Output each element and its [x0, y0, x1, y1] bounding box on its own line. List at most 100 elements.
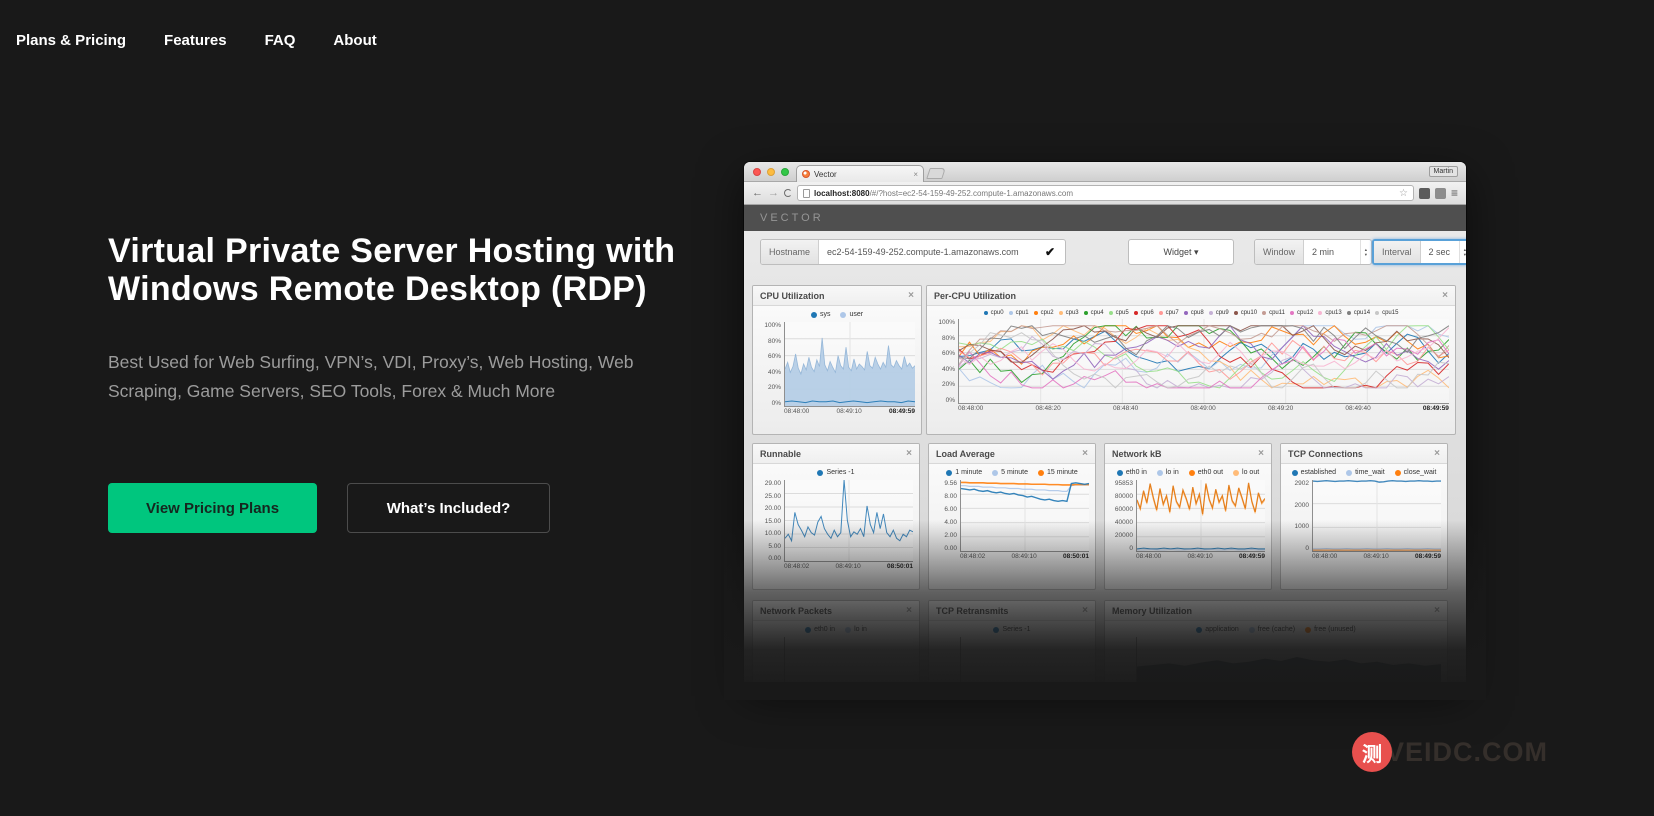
- legend-dot-icon: [1248, 626, 1255, 633]
- legend-dot-icon: [1033, 311, 1038, 315]
- bookmark-star-icon[interactable]: ☆: [1399, 188, 1408, 199]
- legend-item: 5 minute: [992, 469, 1028, 476]
- back-icon[interactable]: ←: [752, 187, 763, 199]
- y-axis: [1109, 637, 1136, 682]
- window-spinner-icon[interactable]: ▴ ▾: [1359, 240, 1371, 264]
- close-icon[interactable]: ×: [908, 290, 914, 301]
- y-tick: 20%: [767, 384, 781, 392]
- y-tick: 40%: [941, 365, 955, 373]
- panel-tcp-connections: TCP Connections × established time_wait clo…: [1280, 443, 1448, 590]
- legend-dot-icon: [946, 469, 953, 476]
- close-icon[interactable]: ×: [1082, 448, 1088, 459]
- y-tick: 0: [1305, 544, 1309, 552]
- legend-dot-icon: [817, 469, 824, 476]
- legend-dot-icon: [983, 311, 988, 315]
- panel-title: CPU Utilization: [760, 290, 825, 301]
- y-tick: 100%: [764, 322, 781, 329]
- hero-section: Virtual Private Server Hosting with Wind…: [108, 232, 683, 406]
- y-tick: 60000: [1114, 506, 1133, 513]
- close-icon[interactable]: ×: [1258, 448, 1264, 459]
- new-tab-button[interactable]: [926, 168, 946, 179]
- close-window-icon[interactable]: [753, 168, 761, 176]
- legend-dot-icon: [1346, 311, 1351, 315]
- x-tick: 08:49:59: [1414, 553, 1441, 560]
- legend-item: application: [1196, 626, 1239, 633]
- y-tick: 9.56: [944, 480, 957, 487]
- close-icon[interactable]: ×: [906, 605, 912, 616]
- legend-item: cpu14: [1346, 310, 1370, 316]
- forward-icon[interactable]: →: [768, 187, 779, 199]
- x-tick: 08:48:20: [1035, 405, 1061, 412]
- legend-dot-icon: [993, 626, 1000, 633]
- y-axis: 29.00 25.00 20.00 15.00 10.00 5.00 0.00: [757, 480, 784, 562]
- y-tick: 0: [1129, 545, 1133, 552]
- interval-spinner-icon[interactable]: ▴ ▾: [1458, 241, 1466, 263]
- y-tick: 20%: [941, 381, 955, 389]
- tab-close-icon[interactable]: ×: [913, 170, 918, 179]
- legend-item: free (unused): [1305, 626, 1356, 633]
- y-tick: 15.00: [764, 517, 781, 525]
- legend-item: cpu15: [1375, 310, 1398, 316]
- close-icon[interactable]: ×: [1434, 605, 1440, 616]
- y-tick: 60%: [941, 350, 955, 358]
- vector-app-title: VECTOR: [760, 212, 824, 224]
- close-icon[interactable]: ×: [906, 448, 912, 459]
- legend-item: Series -1: [993, 626, 1031, 633]
- legend-item: established: [1291, 469, 1336, 476]
- legend-item: cpu9: [1208, 310, 1229, 316]
- legend-item: time_wait: [1346, 469, 1385, 476]
- widget-dropdown[interactable]: Widget ▾: [1128, 239, 1234, 265]
- chart-legend: application free (cache) free (unused): [1105, 621, 1447, 635]
- page: Plans & Pricing Features FAQ About Virtual …: [0, 0, 1654, 816]
- legend-item: lo out: [1233, 469, 1259, 476]
- legend-dot-icon: [1196, 626, 1203, 633]
- chart-plot: [958, 319, 1449, 404]
- legend-dot-icon: [1158, 311, 1163, 315]
- legend-item: 1 minute: [946, 469, 982, 476]
- browser-tab[interactable]: Vector ×: [796, 165, 924, 182]
- y-tick: 0.00: [944, 545, 957, 552]
- y-tick: 25.00: [764, 492, 781, 500]
- reload-icon[interactable]: [784, 189, 792, 197]
- view-pricing-button[interactable]: View Pricing Plans: [108, 483, 317, 533]
- panel-title: Network Packets: [760, 605, 833, 616]
- legend-dot-icon: [1318, 311, 1323, 315]
- tab-title: Vector: [814, 169, 837, 179]
- minimize-window-icon[interactable]: [767, 168, 775, 176]
- y-axis: 95853 80000 60000 40000 20000 0: [1109, 480, 1136, 552]
- x-tick: 08:49:10: [836, 408, 862, 415]
- nav-link[interactable]: Features: [164, 32, 227, 49]
- legend-dot-icon: [1291, 469, 1298, 476]
- y-tick: 29.00: [764, 480, 781, 487]
- extension-icon[interactable]: [1418, 187, 1430, 199]
- extension2-icon[interactable]: [1434, 187, 1446, 199]
- dashboard-toolbar: Hostname ec2-54-159-49-252.compute-1.ama…: [760, 239, 1466, 265]
- legend-dot-icon: [1375, 311, 1380, 315]
- menu-icon[interactable]: ≡: [1451, 187, 1458, 199]
- nav-link[interactable]: Plans & Pricing: [16, 32, 126, 49]
- hostname-input[interactable]: ec2-54-159-49-252.compute-1.amazonaws.co…: [819, 240, 1035, 264]
- chart-plot: [784, 480, 913, 562]
- close-icon[interactable]: ×: [1434, 448, 1440, 459]
- nav-link[interactable]: FAQ: [265, 32, 296, 49]
- whats-included-button[interactable]: What’s Included?: [347, 483, 550, 533]
- hostname-check-icon[interactable]: ✔: [1035, 240, 1065, 264]
- legend-item: cpu11: [1262, 310, 1285, 316]
- legend-dot-icon: [1008, 311, 1013, 315]
- legend-dot-icon: [810, 311, 817, 318]
- window-select[interactable]: 2 min: [1304, 240, 1360, 264]
- legend-item: cpu3: [1058, 310, 1079, 316]
- profile-label[interactable]: Martin: [1428, 166, 1458, 177]
- close-icon[interactable]: ×: [1442, 290, 1448, 301]
- close-icon[interactable]: ×: [1082, 605, 1088, 616]
- y-tick: 40000: [1114, 519, 1133, 526]
- watermark-badge-icon: 测: [1351, 732, 1392, 772]
- nav-link[interactable]: About: [333, 32, 376, 49]
- panel-title: Per-CPU Utilization: [934, 290, 1017, 301]
- zoom-window-icon[interactable]: [781, 168, 789, 176]
- top-nav: Plans & Pricing Features FAQ About: [16, 32, 377, 49]
- x-tick: 08:49:59: [1422, 405, 1449, 412]
- interval-select[interactable]: 2 sec: [1421, 241, 1459, 263]
- url-field[interactable]: localhost:8080/#/?host=ec2-54-159-49-252…: [797, 185, 1414, 201]
- legend-dot-icon: [1233, 311, 1238, 315]
